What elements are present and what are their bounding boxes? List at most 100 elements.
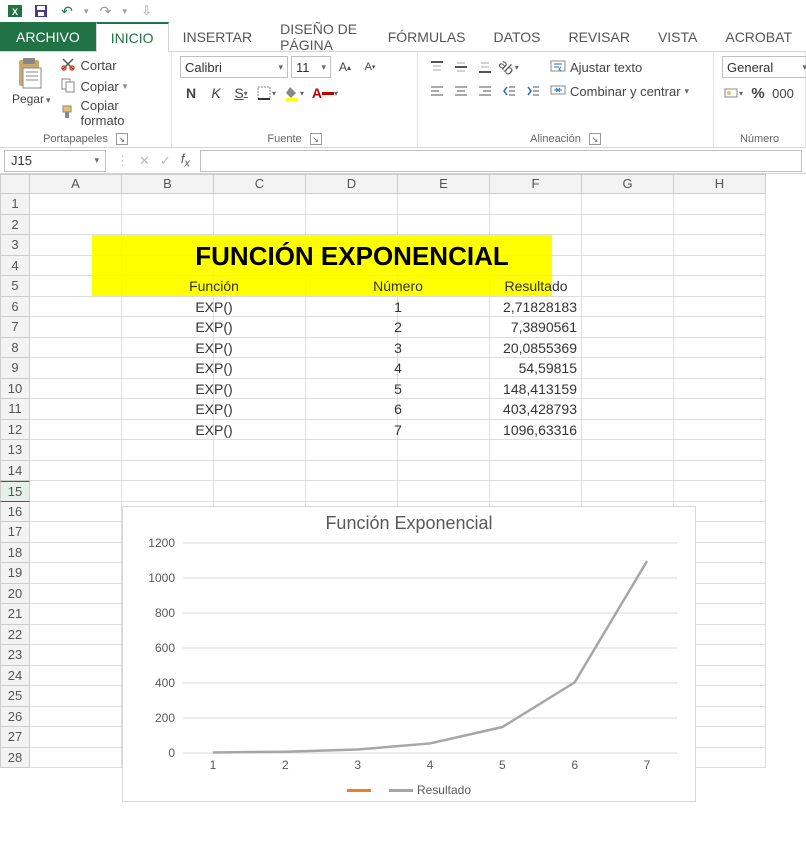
- cut-button[interactable]: Cortar: [60, 56, 163, 75]
- tab-data[interactable]: DATOS: [480, 22, 555, 51]
- cell[interactable]: [306, 194, 398, 215]
- orientation-button[interactable]: ab▾: [498, 56, 520, 78]
- format-painter-button[interactable]: Copiar formato: [60, 98, 163, 128]
- row-header-14[interactable]: 14: [0, 461, 30, 482]
- row-header-23[interactable]: 23: [0, 645, 30, 666]
- name-box[interactable]: J15▾: [4, 150, 106, 172]
- cell[interactable]: [490, 440, 582, 461]
- borders-button[interactable]: ▾: [255, 82, 277, 104]
- tab-acrobat[interactable]: ACROBAT: [711, 22, 806, 51]
- cell[interactable]: EXP(): [122, 297, 214, 318]
- cell[interactable]: [490, 215, 582, 236]
- cell[interactable]: EXP(): [122, 379, 214, 400]
- row-header-17[interactable]: 17: [0, 522, 30, 543]
- font-size-combo[interactable]: 11▾: [291, 56, 331, 78]
- cell[interactable]: [674, 215, 766, 236]
- cell[interactable]: [214, 338, 306, 359]
- tab-home[interactable]: INICIO: [96, 22, 169, 52]
- row-header-1[interactable]: 1: [0, 194, 30, 215]
- cell[interactable]: EXP(): [122, 358, 214, 379]
- cell[interactable]: [582, 235, 674, 256]
- cell[interactable]: [398, 440, 490, 461]
- accounting-format-button[interactable]: ▾: [722, 82, 744, 104]
- tab-insert[interactable]: INSERTAR: [169, 22, 267, 51]
- row-header-25[interactable]: 25: [0, 686, 30, 707]
- cell[interactable]: [30, 379, 122, 400]
- cell[interactable]: 5: [306, 379, 398, 400]
- cell[interactable]: [30, 358, 122, 379]
- row-header-13[interactable]: 13: [0, 440, 30, 461]
- cell[interactable]: [582, 379, 674, 400]
- row-header-26[interactable]: 26: [0, 707, 30, 728]
- cell[interactable]: [30, 215, 122, 236]
- row-header-3[interactable]: 3: [0, 235, 30, 256]
- chart[interactable]: Función Exponencial 02004006008001000120…: [122, 506, 696, 802]
- decrease-font-button[interactable]: A▾: [359, 56, 381, 78]
- cell[interactable]: Función: [122, 276, 214, 297]
- col-header-E[interactable]: E: [398, 174, 490, 194]
- cell[interactable]: [122, 194, 214, 215]
- row-header-24[interactable]: 24: [0, 666, 30, 687]
- cell[interactable]: [30, 666, 122, 687]
- col-header-D[interactable]: D: [306, 174, 398, 194]
- cell[interactable]: 54,59815: [490, 358, 582, 379]
- col-header-C[interactable]: C: [214, 174, 306, 194]
- tab-formulas[interactable]: FÓRMULAS: [374, 22, 480, 51]
- cell[interactable]: [30, 420, 122, 441]
- font-name-combo[interactable]: Calibri▾: [180, 56, 288, 78]
- col-header-H[interactable]: H: [674, 174, 766, 194]
- tab-view[interactable]: VISTA: [644, 22, 711, 51]
- cell[interactable]: 1096,63316: [490, 420, 582, 441]
- tab-file[interactable]: ARCHIVO: [0, 22, 96, 51]
- cell[interactable]: [214, 420, 306, 441]
- col-header-B[interactable]: B: [122, 174, 214, 194]
- merge-center-button[interactable]: Combinar y centrar ▾: [550, 80, 689, 102]
- fill-color-button[interactable]: ▾: [280, 82, 308, 104]
- cell[interactable]: 2,71828183: [490, 297, 582, 318]
- row-header-5[interactable]: 5: [0, 276, 30, 297]
- decrease-indent-button[interactable]: [498, 80, 520, 102]
- row-header-18[interactable]: 18: [0, 543, 30, 564]
- cancel-formula-button[interactable]: ✕: [139, 153, 150, 169]
- cell[interactable]: [30, 338, 122, 359]
- cell[interactable]: [214, 317, 306, 338]
- cell[interactable]: [490, 194, 582, 215]
- save-icon[interactable]: [32, 2, 50, 20]
- cell[interactable]: [306, 481, 398, 502]
- cell[interactable]: EXP(): [122, 338, 214, 359]
- cell[interactable]: [398, 317, 490, 338]
- alignment-dialog-launcher[interactable]: ↘: [589, 133, 601, 145]
- row-header-12[interactable]: 12: [0, 420, 30, 441]
- cell[interactable]: [30, 584, 122, 605]
- cell[interactable]: [582, 256, 674, 277]
- cell[interactable]: [306, 440, 398, 461]
- col-header-G[interactable]: G: [582, 174, 674, 194]
- cell[interactable]: 4: [306, 358, 398, 379]
- align-right-button[interactable]: [474, 80, 496, 102]
- cell[interactable]: [398, 481, 490, 502]
- cell[interactable]: [398, 399, 490, 420]
- cell[interactable]: 148,413159: [490, 379, 582, 400]
- row-header-28[interactable]: 28: [0, 748, 30, 769]
- cell[interactable]: [582, 420, 674, 441]
- row-header-10[interactable]: 10: [0, 379, 30, 400]
- row-header-9[interactable]: 9: [0, 358, 30, 379]
- row-header-8[interactable]: 8: [0, 338, 30, 359]
- cell[interactable]: 7,3890561: [490, 317, 582, 338]
- cell[interactable]: [398, 461, 490, 482]
- number-format-combo[interactable]: General▾: [722, 56, 806, 78]
- cell[interactable]: [582, 461, 674, 482]
- underline-button[interactable]: S ▾: [230, 82, 252, 104]
- cell[interactable]: [30, 235, 122, 256]
- row-header-20[interactable]: 20: [0, 584, 30, 605]
- cell[interactable]: 6: [306, 399, 398, 420]
- cell[interactable]: [30, 399, 122, 420]
- cell[interactable]: [582, 297, 674, 318]
- cell[interactable]: 403,428793: [490, 399, 582, 420]
- increase-indent-button[interactable]: [522, 80, 544, 102]
- cell[interactable]: [674, 461, 766, 482]
- cell[interactable]: [674, 481, 766, 502]
- font-dialog-launcher[interactable]: ↘: [310, 133, 322, 145]
- cell[interactable]: [398, 420, 490, 441]
- cell[interactable]: 20,0855369: [490, 338, 582, 359]
